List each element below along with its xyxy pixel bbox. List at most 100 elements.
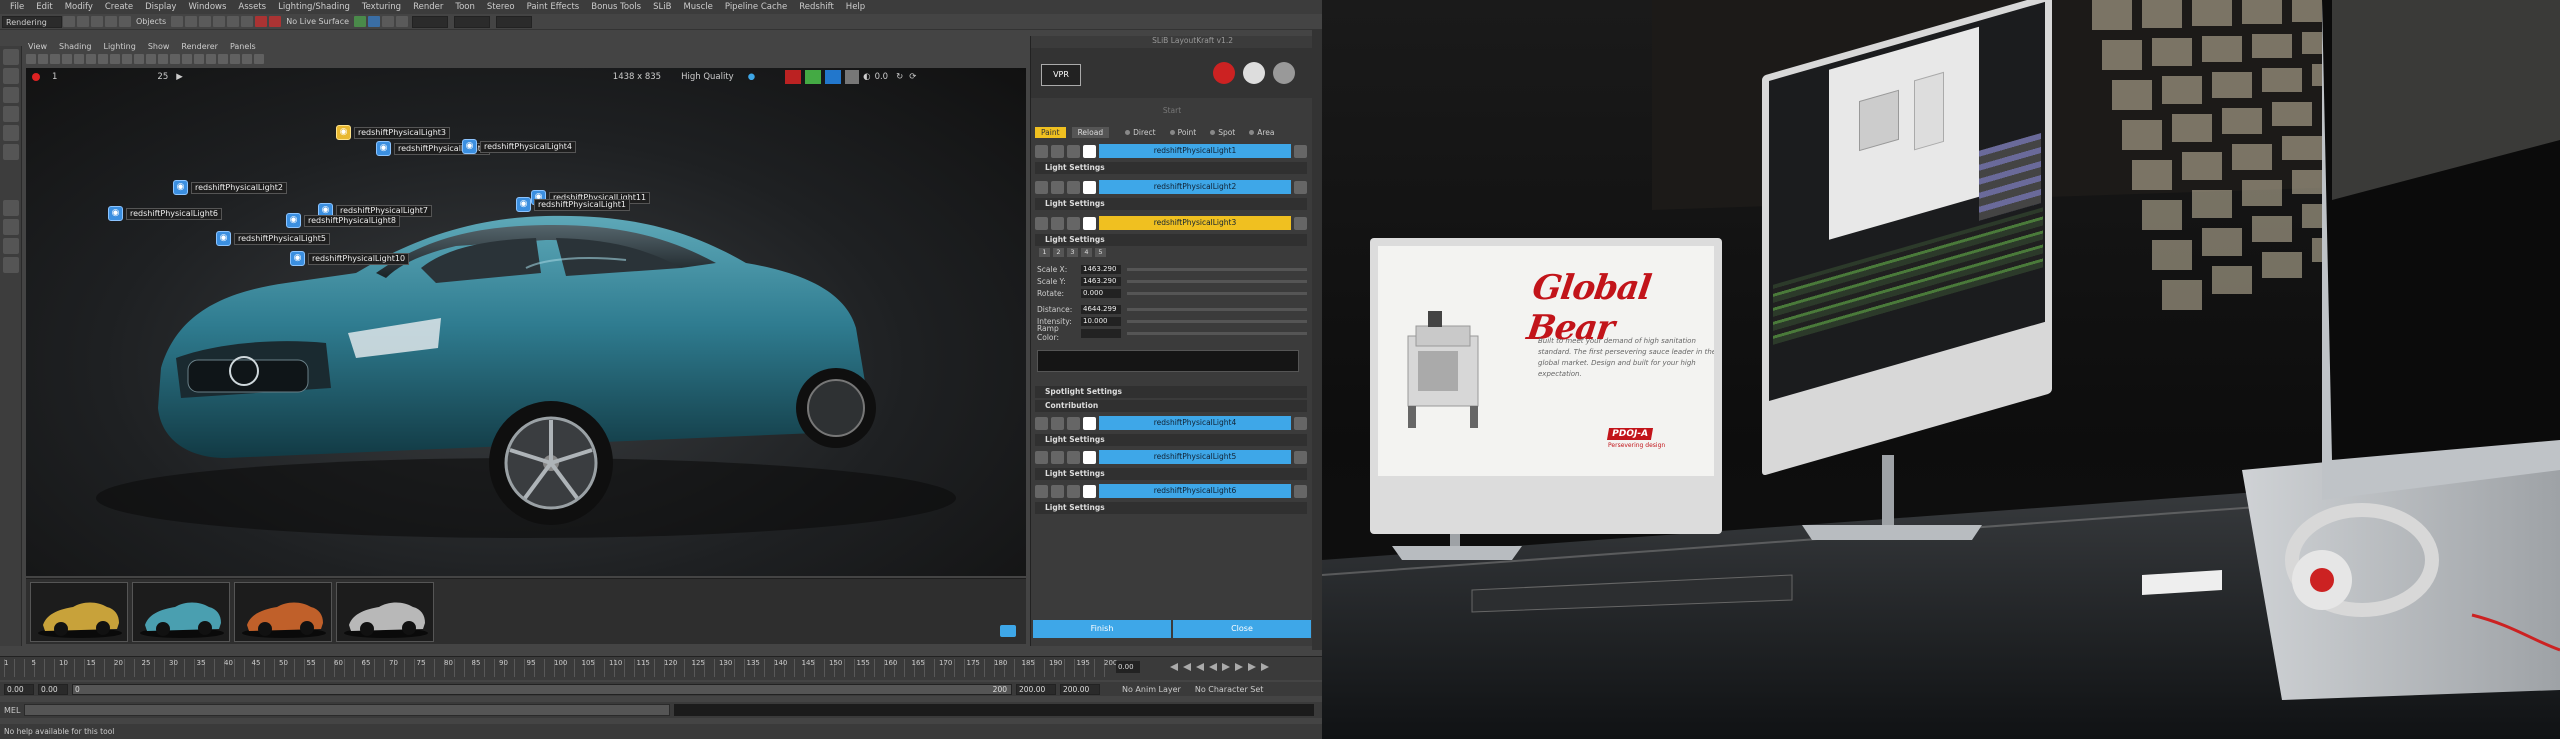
light-type-point[interactable]: Point (1170, 128, 1197, 137)
color-swatch[interactable] (1083, 216, 1096, 230)
panel-menu-panels[interactable]: Panels (230, 42, 256, 51)
input-y-field[interactable] (454, 15, 491, 28)
light-name-button[interactable]: redshiftPhysicalLight2 (1099, 180, 1291, 194)
property-slider[interactable] (1127, 331, 1307, 335)
menu-stereo[interactable]: Stereo (487, 2, 515, 12)
panel-menu-show[interactable]: Show (148, 42, 170, 51)
menu-muscle[interactable]: Muscle (683, 2, 712, 12)
light-type-area[interactable]: Area (1249, 128, 1274, 137)
spotlight-settings-header[interactable]: Spotlight Settings (1035, 386, 1307, 398)
safe-action-icon[interactable] (122, 54, 132, 64)
play-back-icon[interactable] (1209, 663, 1217, 671)
menu-texturing[interactable]: Texturing (362, 2, 401, 12)
light-name-button[interactable]: redshiftPhysicalLight5 (1099, 450, 1291, 464)
bulb-icon[interactable] (1035, 484, 1048, 498)
light-icon[interactable]: ◉ (286, 213, 301, 228)
snap-curve-icon[interactable] (227, 16, 240, 27)
grid-toggle-icon[interactable] (62, 54, 72, 64)
solo-icon[interactable] (1051, 144, 1064, 158)
single-perspective-layout-icon[interactable] (3, 200, 19, 216)
ramp-color-widget[interactable] (1037, 350, 1299, 372)
vpr-button[interactable]: VPR (1041, 64, 1081, 86)
light-locator[interactable]: ◉ redshiftPhysicalLight5 (216, 231, 330, 246)
film-gate-icon[interactable] (74, 54, 84, 64)
solo-icon[interactable] (1051, 216, 1064, 230)
target-icon[interactable] (1067, 450, 1080, 464)
property-value[interactable]: 1463.290 (1081, 264, 1121, 274)
panel-menu-lighting[interactable]: Lighting (103, 42, 135, 51)
delete-icon[interactable] (1294, 416, 1307, 430)
snapshot-icon[interactable] (1000, 625, 1016, 637)
light-type-spot[interactable]: Spot (1210, 128, 1235, 137)
menu-slib[interactable]: SLiB (653, 2, 671, 12)
target-icon[interactable] (1067, 484, 1080, 498)
rotate-tool-icon[interactable] (3, 125, 19, 141)
menu-display[interactable]: Display (145, 2, 176, 12)
vray-icon[interactable] (1243, 62, 1265, 84)
light-name-button[interactable]: redshiftPhysicalLight4 (1099, 416, 1291, 430)
shadows-icon[interactable] (182, 54, 192, 64)
scale-tool-icon[interactable] (3, 144, 19, 160)
delete-icon[interactable] (1294, 450, 1307, 464)
anim-layer-dropdown[interactable]: No Anim Layer (1122, 685, 1181, 694)
light-icon[interactable]: ◉ (462, 139, 477, 154)
menu-assets[interactable]: Assets (238, 2, 266, 12)
render-thumbnail[interactable] (30, 582, 128, 642)
panel-menu-view[interactable]: View (28, 42, 47, 51)
paint-button[interactable]: Paint (1035, 126, 1066, 138)
light-settings-header[interactable]: Light Settings (1035, 502, 1307, 514)
panel-menu-renderer[interactable]: Renderer (181, 42, 218, 51)
render-settings-icon[interactable] (396, 16, 409, 27)
property-slider[interactable] (1127, 267, 1307, 271)
color-swatch[interactable] (1083, 416, 1096, 430)
lasso-tool-icon[interactable] (3, 68, 19, 84)
settings-tab[interactable]: 3 (1067, 248, 1078, 257)
light-icon[interactable]: ◉ (173, 180, 188, 195)
light-row[interactable]: redshiftPhysicalLight2 (1035, 178, 1307, 196)
redo-icon[interactable] (119, 16, 131, 27)
field-chart-icon[interactable] (110, 54, 120, 64)
lights-icon[interactable] (170, 54, 180, 64)
property-slider[interactable] (1127, 307, 1307, 311)
save-scene-icon[interactable] (91, 16, 103, 27)
delete-icon[interactable] (1294, 144, 1307, 158)
color-swatch[interactable] (1083, 180, 1096, 194)
light-locator[interactable]: ◉ redshiftPhysicalLight4 (462, 139, 576, 154)
delete-icon[interactable] (1294, 484, 1307, 498)
menu-windows[interactable]: Windows (188, 2, 226, 12)
contribution-header[interactable]: Contribution (1035, 400, 1307, 412)
time-slider[interactable]: 1 5 10 15 20 25 30 35 40 45 50 55 60 65 70 75 80 85 90 95 10… (0, 656, 1322, 680)
menu-render[interactable]: Render (413, 2, 443, 12)
color-swatch[interactable] (1083, 144, 1096, 158)
menu-file[interactable]: File (10, 2, 24, 12)
mel-label[interactable]: MEL (0, 706, 24, 715)
playback-end-field[interactable]: 200.00 (1016, 683, 1056, 695)
gate-mask-icon[interactable] (98, 54, 108, 64)
render-view-icon[interactable] (354, 16, 367, 27)
render-current-icon[interactable] (368, 16, 381, 27)
motion-blur-icon[interactable] (206, 54, 216, 64)
outliner-layout-icon[interactable] (3, 257, 19, 273)
color-swatch[interactable] (1083, 484, 1096, 498)
four-view-layout-icon[interactable] (3, 219, 19, 235)
property-value[interactable]: 1463.290 (1081, 276, 1121, 286)
light-name-button[interactable]: redshiftPhysicalLight3 (1099, 216, 1291, 230)
menu-help[interactable]: Help (846, 2, 865, 12)
new-scene-icon[interactable] (63, 16, 75, 27)
snap-surface-icon[interactable] (255, 16, 268, 27)
bulb-icon[interactable] (1035, 450, 1048, 464)
property-slider[interactable] (1127, 279, 1307, 283)
render-thumbnail[interactable] (234, 582, 332, 642)
light-icon[interactable]: ◉ (108, 206, 123, 221)
menu-edit[interactable]: Edit (36, 2, 52, 12)
input-z-field[interactable] (496, 15, 533, 28)
finish-button[interactable]: Finish (1033, 620, 1171, 638)
select-hierarchy-icon[interactable] (171, 16, 184, 27)
two-panes-layout-icon[interactable] (3, 238, 19, 254)
wireframe-icon[interactable] (134, 54, 144, 64)
bookmark-icon[interactable] (38, 54, 48, 64)
make-live-icon[interactable] (269, 16, 282, 27)
menu-redshift[interactable]: Redshift (799, 2, 834, 12)
viewport-3d[interactable]: 1 25 ▶ 1438 x 835 High Quality ● ◐ 0.0 ↻… (26, 68, 1026, 576)
light-icon[interactable]: ◉ (516, 197, 531, 212)
